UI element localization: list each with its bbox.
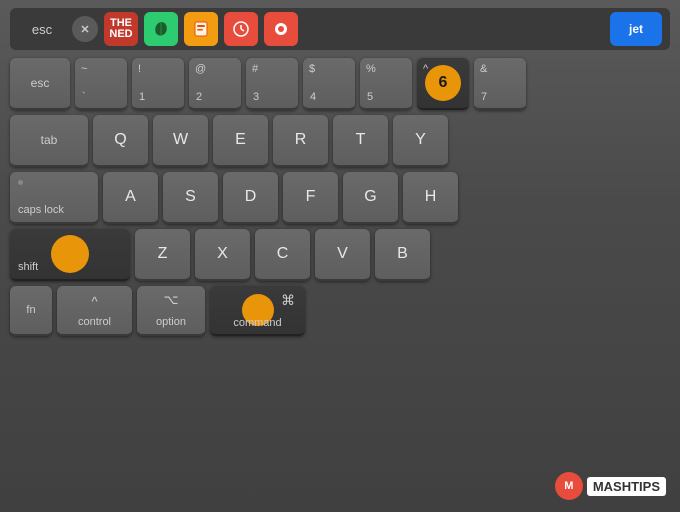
touch-bar: esc THENED jet bbox=[10, 8, 670, 50]
key-r[interactable]: R bbox=[273, 115, 328, 167]
six-label: 6 bbox=[439, 74, 448, 92]
shift-label: shift bbox=[18, 261, 38, 273]
a-label: A bbox=[125, 188, 136, 206]
shift-key[interactable]: shift bbox=[10, 229, 130, 281]
fn-label: fn bbox=[26, 304, 35, 316]
key-v[interactable]: V bbox=[315, 229, 370, 281]
key-1[interactable]: ! 1 bbox=[132, 58, 184, 110]
qwerty-row: tab Q W E R T Y bbox=[10, 115, 670, 167]
key-s[interactable]: S bbox=[163, 172, 218, 224]
h-label: H bbox=[425, 188, 437, 206]
two-label: 2 bbox=[196, 91, 202, 103]
option-key[interactable]: ⌥ option bbox=[137, 286, 205, 336]
option-label: option bbox=[156, 316, 186, 328]
d-label: D bbox=[245, 188, 257, 206]
esc-key[interactable]: esc bbox=[10, 58, 70, 110]
control-label: control bbox=[78, 316, 111, 328]
mashtips-logo: M bbox=[555, 472, 583, 500]
key-4[interactable]: $ 4 bbox=[303, 58, 355, 110]
key-5[interactable]: % 5 bbox=[360, 58, 412, 110]
ampersand-symbol: & bbox=[480, 63, 487, 75]
mashtips-badge: M MASHTIPS bbox=[555, 472, 666, 500]
control-caret: ^ bbox=[91, 294, 97, 309]
tb-yellow-icon[interactable] bbox=[184, 12, 218, 46]
dollar-symbol: $ bbox=[309, 63, 315, 75]
five-label: 5 bbox=[367, 91, 373, 103]
esc-label: esc bbox=[31, 76, 50, 90]
four-label: 4 bbox=[310, 91, 316, 103]
caps-label: caps lock bbox=[18, 204, 64, 216]
key-x[interactable]: X bbox=[195, 229, 250, 281]
tab-key[interactable]: tab bbox=[10, 115, 88, 167]
backtick-key[interactable]: ~ ` bbox=[75, 58, 127, 110]
bottom-row: fn ^ control ⌥ option ⌘ command bbox=[10, 286, 670, 336]
caps-lock-key[interactable]: caps lock bbox=[10, 172, 98, 224]
caps-dot bbox=[18, 180, 23, 185]
y-label: Y bbox=[415, 131, 426, 149]
one-label: 1 bbox=[139, 91, 145, 103]
tb-ned-icon[interactable]: THENED bbox=[104, 12, 138, 46]
shift-orange-dot bbox=[51, 235, 89, 273]
percent-symbol: % bbox=[366, 63, 376, 75]
tb-leaf-icon[interactable] bbox=[144, 12, 178, 46]
key-b[interactable]: B bbox=[375, 229, 430, 281]
tb-clock-icon[interactable] bbox=[224, 12, 258, 46]
t-label: T bbox=[356, 131, 366, 149]
key-6[interactable]: ^ 6 bbox=[417, 58, 469, 110]
key-a[interactable]: A bbox=[103, 172, 158, 224]
key-d[interactable]: D bbox=[223, 172, 278, 224]
x-label: X bbox=[217, 245, 228, 263]
key-q[interactable]: Q bbox=[93, 115, 148, 167]
option-symbol: ⌥ bbox=[164, 292, 179, 308]
command-label: command bbox=[233, 317, 281, 329]
exclaim-symbol: ! bbox=[138, 63, 141, 75]
key-c[interactable]: C bbox=[255, 229, 310, 281]
q-label: Q bbox=[114, 131, 126, 149]
mashtips-logo-letter: M bbox=[564, 480, 573, 492]
caret-symbol: ^ bbox=[423, 63, 428, 75]
v-label: V bbox=[337, 245, 348, 263]
keyboard-container: esc THENED jet esc bbox=[0, 0, 680, 512]
tb-jet-button[interactable]: jet bbox=[610, 12, 662, 46]
asdf-row: caps lock A S D F G H bbox=[10, 172, 670, 224]
s-label: S bbox=[185, 188, 196, 206]
command-key[interactable]: ⌘ command bbox=[210, 286, 305, 336]
control-key[interactable]: ^ control bbox=[57, 286, 132, 336]
command-symbol: ⌘ bbox=[281, 292, 295, 309]
key-t[interactable]: T bbox=[333, 115, 388, 167]
number-row: esc ~ ` ! 1 @ 2 # 3 $ 4 bbox=[10, 58, 670, 110]
z-label: Z bbox=[158, 245, 168, 263]
b-label: B bbox=[397, 245, 408, 263]
tilde-symbol: ~ bbox=[81, 63, 87, 75]
r-label: R bbox=[295, 131, 307, 149]
key-w[interactable]: W bbox=[153, 115, 208, 167]
w-label: W bbox=[173, 131, 188, 149]
mashtips-text: MASHTIPS bbox=[587, 477, 666, 496]
zxcv-row: shift Z X C V B bbox=[10, 229, 670, 281]
key-e[interactable]: E bbox=[213, 115, 268, 167]
at-symbol: @ bbox=[195, 63, 206, 75]
esc-touch-bar[interactable]: esc bbox=[18, 18, 66, 41]
tb-record-icon[interactable] bbox=[264, 12, 298, 46]
f-label: F bbox=[306, 188, 316, 206]
key-y[interactable]: Y bbox=[393, 115, 448, 167]
key-3[interactable]: # 3 bbox=[246, 58, 298, 110]
hash-symbol: # bbox=[252, 63, 258, 75]
key-f[interactable]: F bbox=[283, 172, 338, 224]
three-label: 3 bbox=[253, 91, 259, 103]
fn-key[interactable]: fn bbox=[10, 286, 52, 336]
e-label: E bbox=[235, 131, 246, 149]
backtick-label: ` bbox=[82, 91, 86, 103]
key-g[interactable]: G bbox=[343, 172, 398, 224]
g-label: G bbox=[364, 188, 376, 206]
key-7[interactable]: & 7 bbox=[474, 58, 526, 110]
key-rows: esc ~ ` ! 1 @ 2 # 3 $ 4 bbox=[10, 58, 670, 336]
c-label: C bbox=[277, 245, 289, 263]
key-2[interactable]: @ 2 bbox=[189, 58, 241, 110]
key-z[interactable]: Z bbox=[135, 229, 190, 281]
key-h[interactable]: H bbox=[403, 172, 458, 224]
tab-label: tab bbox=[41, 133, 58, 147]
seven-label: 7 bbox=[481, 91, 487, 103]
tb-close-icon[interactable] bbox=[72, 16, 98, 42]
